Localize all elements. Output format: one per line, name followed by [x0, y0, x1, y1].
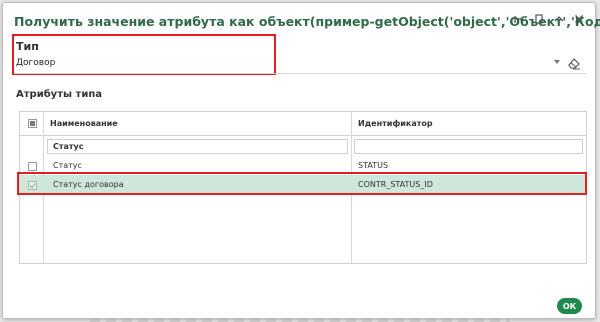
close-icon[interactable] — [570, 10, 587, 27]
column-header-identifier[interactable]: Идентификатор — [358, 119, 433, 128]
row-checkbox[interactable] — [28, 162, 37, 171]
ok-button[interactable]: ОК — [557, 298, 582, 314]
eraser-icon[interactable] — [567, 55, 581, 70]
window-controls — [510, 10, 587, 27]
chevron-down-icon[interactable] — [552, 57, 562, 67]
dialog-window: Получить значение атрибута как объект(пр… — [2, 2, 600, 319]
name-filter-input[interactable] — [47, 139, 348, 154]
restore-icon[interactable] — [530, 10, 547, 27]
column-header-name[interactable]: Наименование — [50, 119, 118, 128]
collapse-icon[interactable] — [550, 10, 567, 27]
identifier-filter-input[interactable] — [354, 139, 583, 154]
minimize-icon[interactable] — [510, 10, 527, 27]
type-select[interactable]: Договор — [16, 58, 55, 68]
attributes-section-label: Атрибуты типа — [16, 89, 102, 100]
selected-row-highlight — [17, 172, 587, 195]
group-row: Статус — [20, 137, 586, 157]
group-header-label: Статус — [53, 142, 84, 151]
row-name: Статус — [53, 161, 82, 170]
type-field-highlight — [12, 34, 276, 75]
type-field-underline — [14, 73, 586, 74]
row-identifier: STATUS — [358, 161, 389, 170]
type-field-label: Тип — [16, 40, 39, 53]
select-all-checkbox[interactable] — [28, 119, 37, 128]
table-header: Наименование Идентификатор — [20, 112, 586, 136]
